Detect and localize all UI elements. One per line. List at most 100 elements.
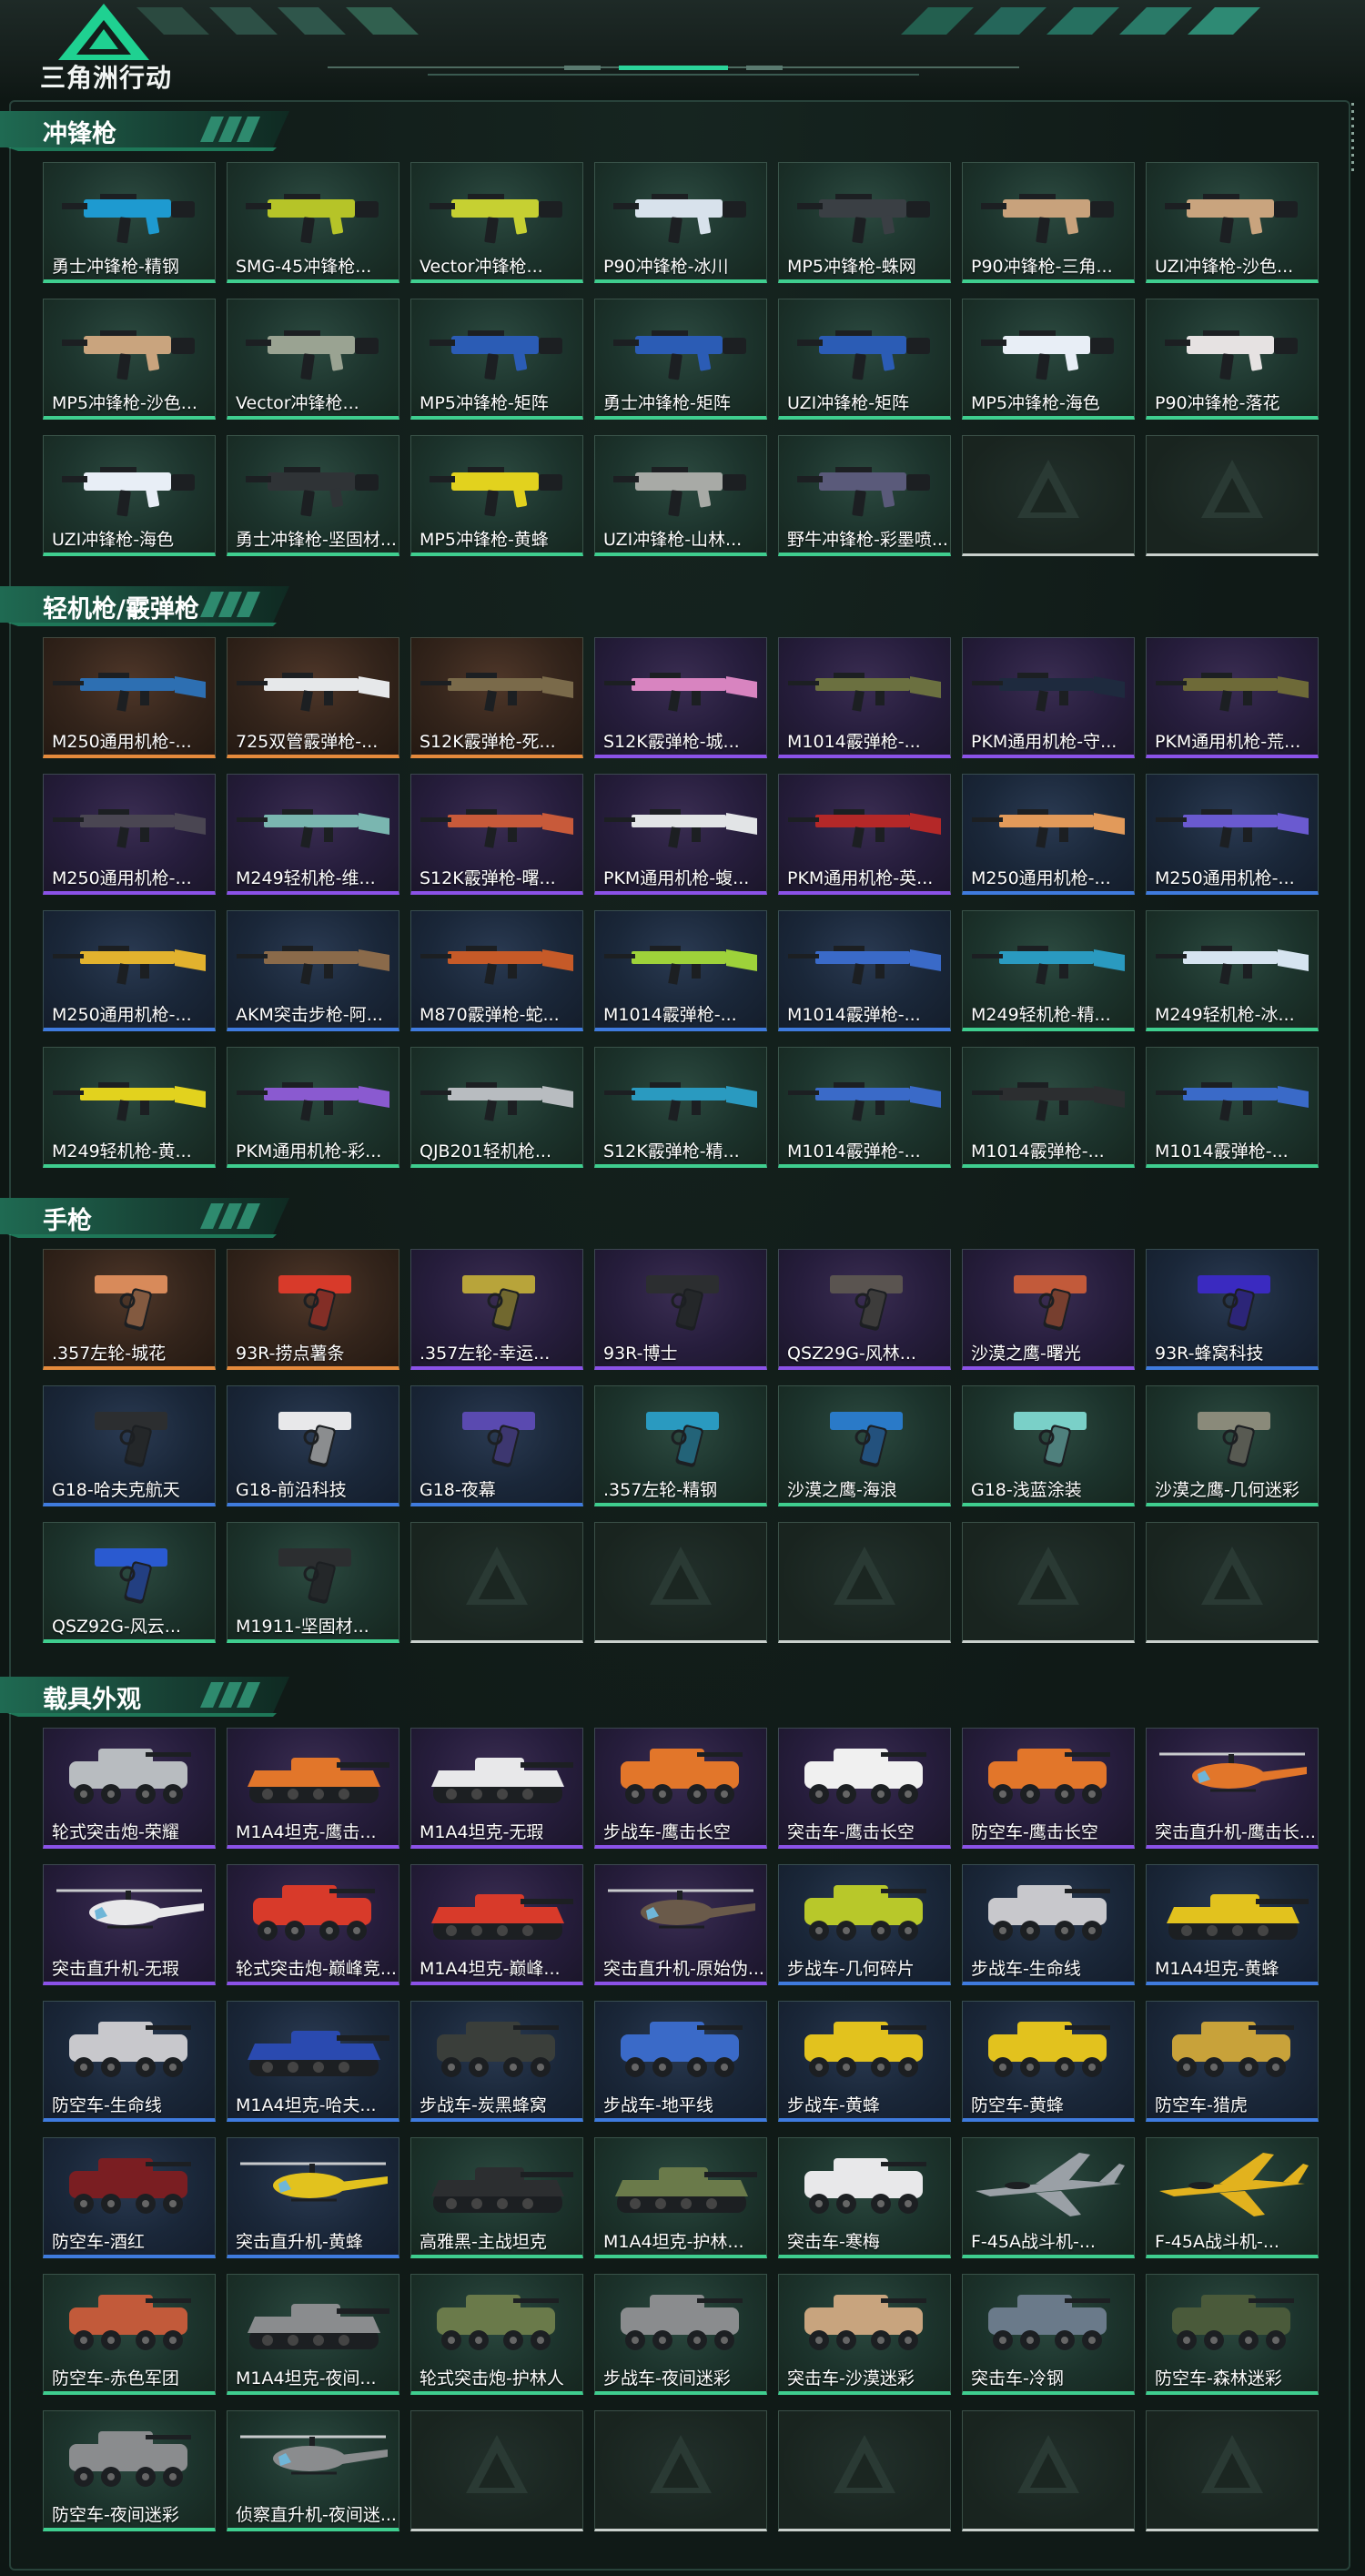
item-card[interactable]: S12K霰弹枪-死...	[410, 637, 583, 758]
item-card[interactable]: 防空车-黄蜂	[962, 2001, 1135, 2122]
item-card[interactable]: M1014霰弹枪-...	[962, 1047, 1135, 1168]
item-card[interactable]: UZI冲锋枪-海色	[43, 435, 216, 556]
item-card[interactable]: Vector冲锋枪...	[227, 299, 399, 420]
item-card[interactable]: UZI冲锋枪-山林...	[594, 435, 767, 556]
item-card[interactable]: MP5冲锋枪-沙色...	[43, 299, 216, 420]
item-card[interactable]: M249轻机枪-维...	[227, 774, 399, 895]
item-card[interactable]: S12K霰弹枪-精...	[594, 1047, 767, 1168]
item-card[interactable]: 突击直升机-无瑕	[43, 1864, 216, 1985]
item-card[interactable]: M250通用机枪-...	[962, 774, 1135, 895]
item-card[interactable]: M250通用机枪-...	[1146, 774, 1319, 895]
item-card[interactable]: 突击车-沙漠迷彩	[778, 2274, 951, 2395]
item-card[interactable]: 沙漠之鹰-海浪	[778, 1385, 951, 1506]
item-card[interactable]: M1A4坦克-哈夫...	[227, 2001, 399, 2122]
item-card[interactable]: M1A4坦克-巅峰...	[410, 1864, 583, 1985]
item-card[interactable]: QJB201轻机枪...	[410, 1047, 583, 1168]
item-card[interactable]: AKM突击步枪-阿...	[227, 910, 399, 1031]
item-card[interactable]: 突击直升机-黄蜂	[227, 2137, 399, 2258]
item-card[interactable]: 防空车-赤色军团	[43, 2274, 216, 2395]
item-card[interactable]: PKM通用机枪-英...	[778, 774, 951, 895]
item-card[interactable]: M249轻机枪-黄...	[43, 1047, 216, 1168]
item-card[interactable]: UZI冲锋枪-沙色...	[1146, 162, 1319, 283]
item-card[interactable]: F-45A战斗机-...	[1146, 2137, 1319, 2258]
item-card[interactable]: MP5冲锋枪-矩阵	[410, 299, 583, 420]
item-card[interactable]: 勇士冲锋枪-精钢	[43, 162, 216, 283]
item-card[interactable]: 轮式突击炮-荣耀	[43, 1728, 216, 1849]
item-card[interactable]: M1014霰弹枪-...	[778, 910, 951, 1031]
item-card[interactable]: UZI冲锋枪-矩阵	[778, 299, 951, 420]
item-card[interactable]: MP5冲锋枪-海色	[962, 299, 1135, 420]
item-card[interactable]: S12K霰弹枪-城...	[594, 637, 767, 758]
item-card[interactable]: 步战车-黄蜂	[778, 2001, 951, 2122]
item-card[interactable]: P90冲锋枪-落花	[1146, 299, 1319, 420]
item-card[interactable]: 突击车-寒梅	[778, 2137, 951, 2258]
item-card[interactable]: M250通用机枪-...	[43, 774, 216, 895]
item-card[interactable]: M1014霰弹枪-...	[594, 910, 767, 1031]
item-card[interactable]: 步战车-生命线	[962, 1864, 1135, 1985]
item-card[interactable]: M1A4坦克-鹰击...	[227, 1728, 399, 1849]
item-card[interactable]: M1014霰弹枪-...	[778, 637, 951, 758]
item-card[interactable]: .357左轮-精钢	[594, 1385, 767, 1506]
item-card[interactable]: 防空车-鹰击长空	[962, 1728, 1135, 1849]
item-card[interactable]: M250通用机枪-...	[43, 910, 216, 1031]
item-card[interactable]: G18-浅蓝涂装	[962, 1385, 1135, 1506]
item-card[interactable]: .357左轮-城花	[43, 1249, 216, 1370]
item-card[interactable]: M1A4坦克-护林...	[594, 2137, 767, 2258]
item-card[interactable]: PKM通用机枪-彩...	[227, 1047, 399, 1168]
scrollbar[interactable]	[1349, 98, 1356, 171]
item-card[interactable]: P90冲锋枪-三角...	[962, 162, 1135, 283]
item-card[interactable]: 轮式突击炮-巅峰竞...	[227, 1864, 399, 1985]
item-card[interactable]: 勇士冲锋枪-坚固材...	[227, 435, 399, 556]
item-card[interactable]: PKM通用机枪-守...	[962, 637, 1135, 758]
item-card[interactable]: .357左轮-幸运...	[410, 1249, 583, 1370]
item-card[interactable]: 野牛冲锋枪-彩墨喷...	[778, 435, 951, 556]
item-card[interactable]: M1A4坦克-夜间...	[227, 2274, 399, 2395]
item-card[interactable]: M1A4坦克-无瑕	[410, 1728, 583, 1849]
item-card[interactable]: 突击车-冷钢	[962, 2274, 1135, 2395]
item-card[interactable]: 沙漠之鹰-曙光	[962, 1249, 1135, 1370]
item-card[interactable]: 步战车-鹰击长空	[594, 1728, 767, 1849]
item-card[interactable]: QSZ29G-风林...	[778, 1249, 951, 1370]
item-card[interactable]: M1A4坦克-黄蜂	[1146, 1864, 1319, 1985]
item-card[interactable]: 防空车-夜间迷彩	[43, 2410, 216, 2531]
item-card[interactable]: Vector冲锋枪...	[410, 162, 583, 283]
item-card[interactable]: P90冲锋枪-冰川	[594, 162, 767, 283]
item-card[interactable]: M249轻机枪-精...	[962, 910, 1135, 1031]
item-card[interactable]: SMG-45冲锋枪...	[227, 162, 399, 283]
item-card[interactable]: 突击直升机-鹰击长...	[1146, 1728, 1319, 1849]
item-card[interactable]: G18-哈夫克航天	[43, 1385, 216, 1506]
item-card[interactable]: S12K霰弹枪-曙...	[410, 774, 583, 895]
item-card[interactable]: 93R-蜂窝科技	[1146, 1249, 1319, 1370]
item-card[interactable]: MP5冲锋枪-蛛网	[778, 162, 951, 283]
item-card[interactable]: 侦察直升机-夜间迷...	[227, 2410, 399, 2531]
item-card[interactable]: 步战车-夜间迷彩	[594, 2274, 767, 2395]
item-card[interactable]: F-45A战斗机-...	[962, 2137, 1135, 2258]
item-card[interactable]: 93R-博士	[594, 1249, 767, 1370]
item-card[interactable]: 突击直升机-原始伪...	[594, 1864, 767, 1985]
item-card[interactable]: M1911-坚固材...	[227, 1522, 399, 1643]
item-card[interactable]: 725双管霰弹枪-...	[227, 637, 399, 758]
item-card[interactable]: M870霰弹枪-蛇...	[410, 910, 583, 1031]
item-card[interactable]: G18-前沿科技	[227, 1385, 399, 1506]
item-card[interactable]: 沙漠之鹰-几何迷彩	[1146, 1385, 1319, 1506]
item-card[interactable]: M249轻机枪-冰...	[1146, 910, 1319, 1031]
item-card[interactable]: MP5冲锋枪-黄蜂	[410, 435, 583, 556]
item-card[interactable]: 高雅黑-主战坦克	[410, 2137, 583, 2258]
item-card[interactable]: M1014霰弹枪-...	[1146, 1047, 1319, 1168]
item-card[interactable]: G18-夜幕	[410, 1385, 583, 1506]
item-card[interactable]: M250通用机枪-...	[43, 637, 216, 758]
item-card[interactable]: 步战车-炭黑蜂窝	[410, 2001, 583, 2122]
item-card[interactable]: 步战车-地平线	[594, 2001, 767, 2122]
item-card[interactable]: PKM通用机枪-蝮...	[594, 774, 767, 895]
item-card[interactable]: 防空车-猎虎	[1146, 2001, 1319, 2122]
item-card[interactable]: 步战车-几何碎片	[778, 1864, 951, 1985]
item-card[interactable]: 93R-捞点薯条	[227, 1249, 399, 1370]
item-card[interactable]: 防空车-生命线	[43, 2001, 216, 2122]
item-card[interactable]: PKM通用机枪-荒...	[1146, 637, 1319, 758]
item-card[interactable]: 勇士冲锋枪-矩阵	[594, 299, 767, 420]
item-card[interactable]: M1014霰弹枪-...	[778, 1047, 951, 1168]
item-card[interactable]: 突击车-鹰击长空	[778, 1728, 951, 1849]
item-card[interactable]: QSZ92G-风云...	[43, 1522, 216, 1643]
item-card[interactable]: 防空车-森林迷彩	[1146, 2274, 1319, 2395]
item-card[interactable]: 轮式突击炮-护林人	[410, 2274, 583, 2395]
